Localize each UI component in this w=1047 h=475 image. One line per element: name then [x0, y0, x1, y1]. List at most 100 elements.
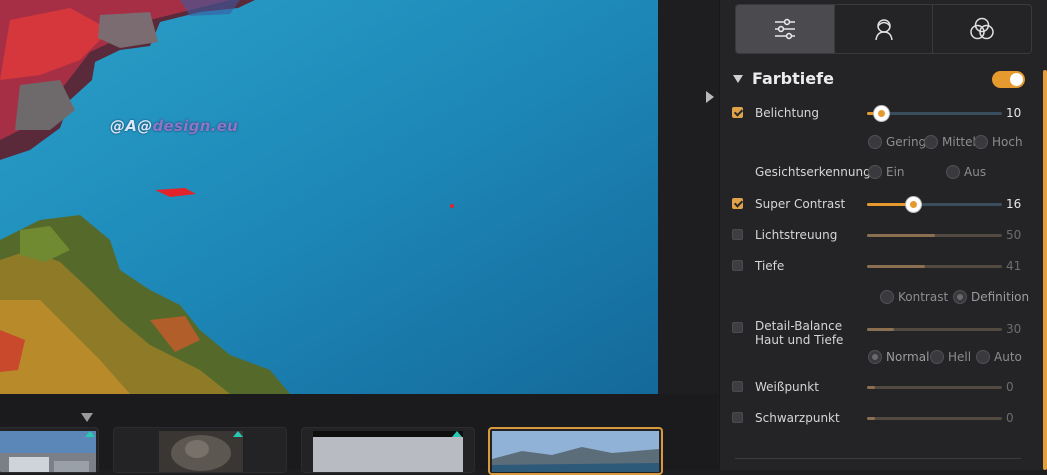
- tiefe-slider[interactable]: [867, 265, 1002, 268]
- thumbnail-1-flag-icon: [85, 431, 95, 437]
- radio-label: Hoch: [992, 135, 1023, 149]
- belichtung-checkbox[interactable]: [732, 107, 743, 118]
- panel-scrollbar[interactable]: [1043, 70, 1047, 470]
- section-header-farbtiefe: Farbtiefe: [732, 66, 1028, 92]
- row-lichtstreuung: Lichtstreuung 50: [731, 225, 1031, 245]
- mode-tab-bar: [735, 4, 1032, 54]
- tab-color[interactable]: [933, 5, 1031, 53]
- collapse-caret-icon[interactable]: [733, 75, 743, 83]
- super-contrast-checkbox[interactable]: [732, 198, 743, 209]
- tiefe-value: 41: [1006, 259, 1022, 273]
- lichtstreuung-value: 50: [1006, 228, 1022, 242]
- filmstrip: [0, 394, 718, 475]
- thumbnail-2-image: [159, 431, 243, 472]
- radio-label: Normal: [886, 350, 930, 364]
- radio-dot: [953, 290, 967, 304]
- toggle-knob: [1010, 73, 1023, 86]
- slider-fill: [867, 386, 876, 389]
- thumbnail-3-flag-icon: [452, 431, 462, 437]
- belichtung-value: 10: [1006, 106, 1022, 120]
- radio-dot: [976, 350, 990, 364]
- slider-handle[interactable]: [873, 106, 889, 121]
- weisspunkt-label: Weißpunkt: [755, 380, 819, 394]
- lichtstreuung-label: Lichtstreuung: [755, 228, 838, 242]
- radio-label: Auto: [994, 350, 1022, 364]
- row-detail-balance: Detail-Balance Haut und Tiefe 30: [731, 319, 1031, 349]
- lichtstreuung-slider[interactable]: [867, 234, 1002, 237]
- detail-balance-slider[interactable]: [867, 328, 1002, 331]
- slider-fill: [867, 234, 935, 237]
- radio-dot: [930, 350, 944, 364]
- belichtung-label: Belichtung: [755, 106, 820, 120]
- sliders-icon: [774, 18, 795, 40]
- detail-balance-label-line2: Haut und Tiefe: [755, 333, 844, 347]
- gesichtserkennung-label: Gesichtserkennung: [755, 165, 871, 179]
- slider-fill: [867, 328, 894, 331]
- section-title: Farbtiefe: [752, 69, 834, 88]
- thumbnail-3-image: [313, 431, 463, 472]
- super-contrast-value: 16: [1006, 197, 1022, 211]
- watermark: @A@design.eu: [110, 117, 238, 135]
- photo-image: [0, 0, 658, 394]
- portrait-icon: [874, 19, 893, 41]
- super-contrast-label: Super Contrast: [755, 197, 846, 211]
- radio-dot: [974, 135, 988, 149]
- detail-balance-options: Normal Hell Auto: [868, 349, 1038, 367]
- lichtstreuung-checkbox[interactable]: [732, 229, 743, 240]
- radio-dot: [924, 135, 938, 149]
- row-schwarzpunkt: Schwarzpunkt 0: [731, 408, 1031, 428]
- tab-adjustments[interactable]: [736, 5, 835, 53]
- photo-canvas[interactable]: @A@design.eu: [0, 0, 658, 394]
- super-contrast-slider[interactable]: [867, 197, 1002, 212]
- schwarzpunkt-checkbox[interactable]: [732, 412, 743, 423]
- radio-dot: [868, 350, 882, 364]
- radio-label: Gering: [886, 135, 927, 149]
- schwarzpunkt-slider[interactable]: [867, 417, 1002, 420]
- weisspunkt-checkbox[interactable]: [732, 381, 743, 392]
- expand-panel-arrow-icon[interactable]: [706, 91, 714, 103]
- detail-balance-label: Detail-Balance Haut und Tiefe: [755, 319, 843, 347]
- thumbnail-1[interactable]: [0, 427, 99, 473]
- schwarzpunkt-label: Schwarzpunkt: [755, 411, 840, 425]
- tiefe-mode-options: Kontrast Definition: [880, 289, 1030, 307]
- weisspunkt-slider[interactable]: [867, 386, 1002, 389]
- thumbnail-2-flag-icon: [233, 431, 243, 437]
- tiefe-checkbox[interactable]: [732, 260, 743, 271]
- watermark-suffix: design.eu: [152, 117, 239, 135]
- tab-portrait[interactable]: [835, 5, 934, 53]
- thumbnail-2[interactable]: [113, 427, 287, 473]
- tiefe-label: Tiefe: [755, 259, 785, 273]
- row-belichtung: Belichtung 10: [731, 103, 1031, 123]
- radio-label: Ein: [886, 165, 905, 179]
- radio-dot: [868, 135, 882, 149]
- belichtung-slider[interactable]: [867, 106, 1002, 121]
- gesichtserkennung-options: Ein Aus: [868, 164, 998, 182]
- section-enable-toggle[interactable]: [992, 71, 1025, 88]
- thumbnail-4-image: [492, 431, 659, 472]
- row-weisspunkt: Weißpunkt 0: [731, 377, 1031, 397]
- slider-handle[interactable]: [905, 197, 921, 212]
- detail-balance-checkbox[interactable]: [732, 322, 743, 333]
- strip-position-marker-icon: [81, 413, 93, 422]
- thumbnail-1-image: [0, 431, 96, 472]
- thumbnail-4-selected[interactable]: [488, 427, 663, 475]
- schwarzpunkt-value: 0: [1006, 411, 1014, 425]
- radio-dot: [946, 165, 960, 179]
- radio-label: Mittel: [942, 135, 976, 149]
- radio-label: Definition: [971, 290, 1030, 304]
- panel-divider: [735, 458, 1021, 459]
- radio-dot: [868, 165, 882, 179]
- row-super-contrast: Super Contrast 16: [731, 194, 1031, 214]
- detail-balance-value: 30: [1006, 322, 1022, 336]
- color-circles-icon: [970, 17, 994, 40]
- radio-label: Hell: [948, 350, 972, 364]
- weisspunkt-value: 0: [1006, 380, 1014, 394]
- radio-dot: [880, 290, 894, 304]
- slider-fill: [867, 265, 926, 268]
- watermark-prefix: @A@: [110, 117, 153, 135]
- row-tiefe: Tiefe 41: [731, 256, 1031, 276]
- radio-label: Kontrast: [898, 290, 949, 304]
- detail-balance-label-line1: Detail-Balance: [755, 319, 843, 333]
- thumbnail-3[interactable]: [301, 427, 475, 473]
- slider-fill: [867, 417, 876, 420]
